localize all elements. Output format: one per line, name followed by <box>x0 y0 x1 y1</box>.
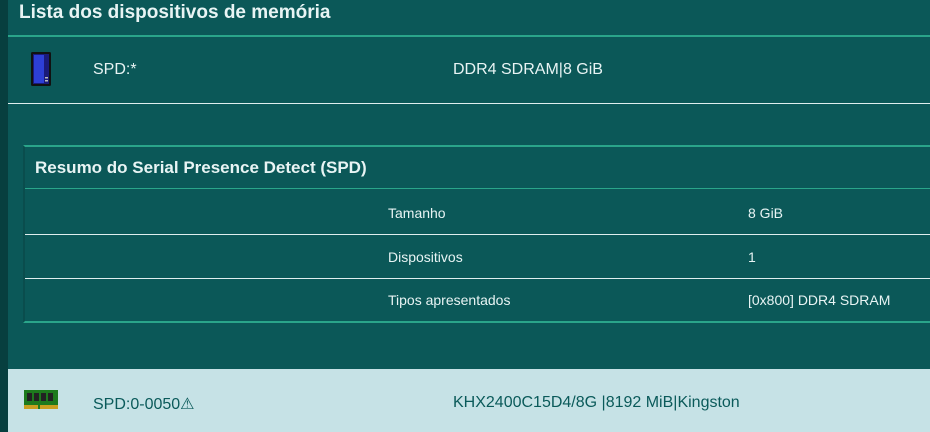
left-edge-strip <box>0 0 8 432</box>
ram-module-icon <box>23 387 59 416</box>
title-bar: Lista dos dispositivos de memória <box>8 0 930 37</box>
spd-key: Tamanho <box>388 205 446 221</box>
spd-summary-title: Resumo do Serial Presence Detect (SPD) <box>35 158 367 177</box>
spd-key: Tipos apresentados <box>388 292 511 308</box>
spd-row-tamanho: Tamanho 8 GiB <box>25 191 930 235</box>
module-name: SPD:0-0050⚠ <box>93 396 195 413</box>
page-title: Lista dos dispositivos de memória <box>19 2 331 23</box>
spd-row-dispositivos: Dispositivos 1 <box>25 235 930 279</box>
module-description: KHX2400C15D4/8G |8192 MiB|Kingston <box>453 394 740 411</box>
spd-key: Dispositivos <box>388 249 463 265</box>
device-name: SPD:* <box>93 61 137 78</box>
device-row-spd-all[interactable]: SPD:* DDR4 SDRAM|8 GiB <box>8 37 930 104</box>
spd-value: [0x800] DDR4 SDRAM <box>748 292 891 308</box>
panel-divider <box>25 188 930 189</box>
spd-summary-panel: Resumo do Serial Presence Detect (SPD) T… <box>23 145 930 323</box>
module-row-spd-0-0050[interactable]: SPD:0-0050⚠ KHX2400C15D4/8G |8192 MiB|Ki… <box>8 369 930 432</box>
device-description: DDR4 SDRAM|8 GiB <box>453 61 603 78</box>
memory-devices-page: Lista dos dispositivos de memória SPD:* … <box>0 0 930 432</box>
computer-tower-icon <box>28 51 54 92</box>
spd-row-tipos: Tipos apresentados [0x800] DDR4 SDRAM <box>25 278 930 321</box>
spd-value: 1 <box>748 249 756 265</box>
spd-value: 8 GiB <box>748 205 784 221</box>
